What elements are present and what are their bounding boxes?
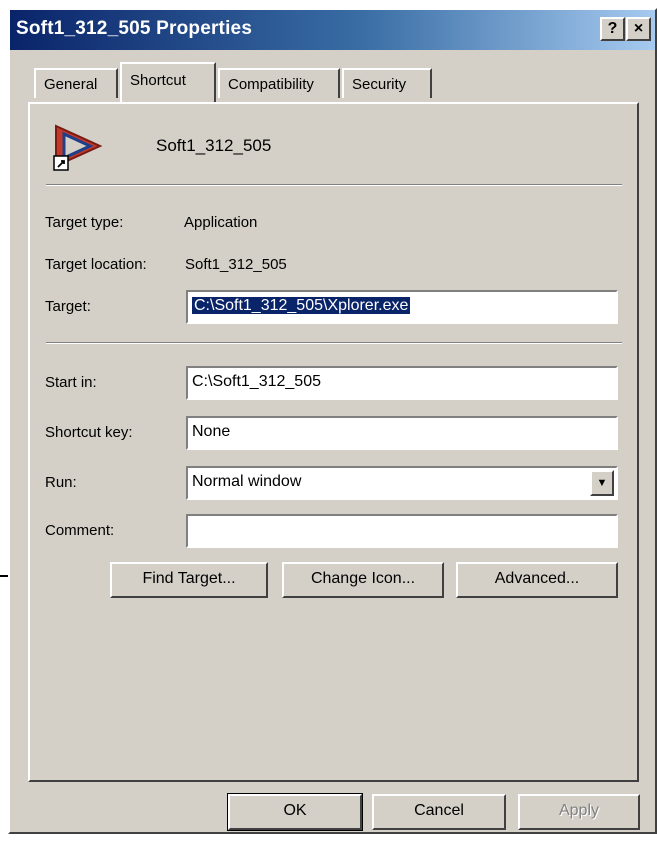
chevron-down-icon[interactable]: ▼ <box>590 470 614 496</box>
target-value: C:\Soft1_312_505\Xplorer.exe <box>192 297 411 314</box>
change-icon-button[interactable]: Change Icon... <box>282 562 444 598</box>
tab-shortcut[interactable]: Shortcut <box>120 62 216 102</box>
window-title: Soft1_312_505 Properties <box>16 18 253 39</box>
comment-label: Comment: <box>45 522 115 539</box>
tab-general[interactable]: General <box>34 68 118 98</box>
find-target-button[interactable]: Find Target... <box>110 562 268 598</box>
target-location-value: Soft1_312_505 <box>185 256 287 273</box>
start-in-label: Start in: <box>45 374 97 391</box>
run-select[interactable]: Normal window ▼ <box>186 466 618 500</box>
target-type-value: Application <box>184 214 258 231</box>
close-button[interactable]: × <box>626 17 651 41</box>
tab-compatibility[interactable]: Compatibility <box>218 68 340 98</box>
help-button[interactable]: ? <box>600 17 625 41</box>
separator <box>46 184 622 186</box>
tab-security[interactable]: Security <box>342 68 432 98</box>
start-in-input[interactable]: C:\Soft1_312_505 <box>186 366 618 400</box>
advanced-button[interactable]: Advanced... <box>456 562 618 598</box>
shortcut-app-icon <box>53 124 103 171</box>
shortcut-key-input[interactable]: None <box>186 416 618 450</box>
title-bar[interactable]: Soft1_312_505 Properties ? × <box>10 10 655 50</box>
cancel-button[interactable]: Cancel <box>372 794 506 830</box>
shortcut-name: Soft1_312_505 <box>156 136 272 155</box>
properties-dialog: Soft1_312_505 Properties ? × General Sho… <box>8 8 657 834</box>
apply-button[interactable]: Apply <box>518 794 640 830</box>
target-type-label: Target type: <box>45 214 124 231</box>
run-label: Run: <box>45 474 77 491</box>
target-location-label: Target location: <box>45 256 147 273</box>
run-value: Normal window <box>192 473 302 490</box>
separator <box>46 342 622 344</box>
target-label: Target: <box>45 298 91 315</box>
comment-input[interactable] <box>186 514 618 548</box>
target-input[interactable]: C:\Soft1_312_505\Xplorer.exe <box>186 290 618 324</box>
shortcut-key-label: Shortcut key: <box>45 424 133 441</box>
shortcut-panel: Soft1_312_505 Target type: Application T… <box>28 102 639 782</box>
ok-button[interactable]: OK <box>227 793 363 831</box>
